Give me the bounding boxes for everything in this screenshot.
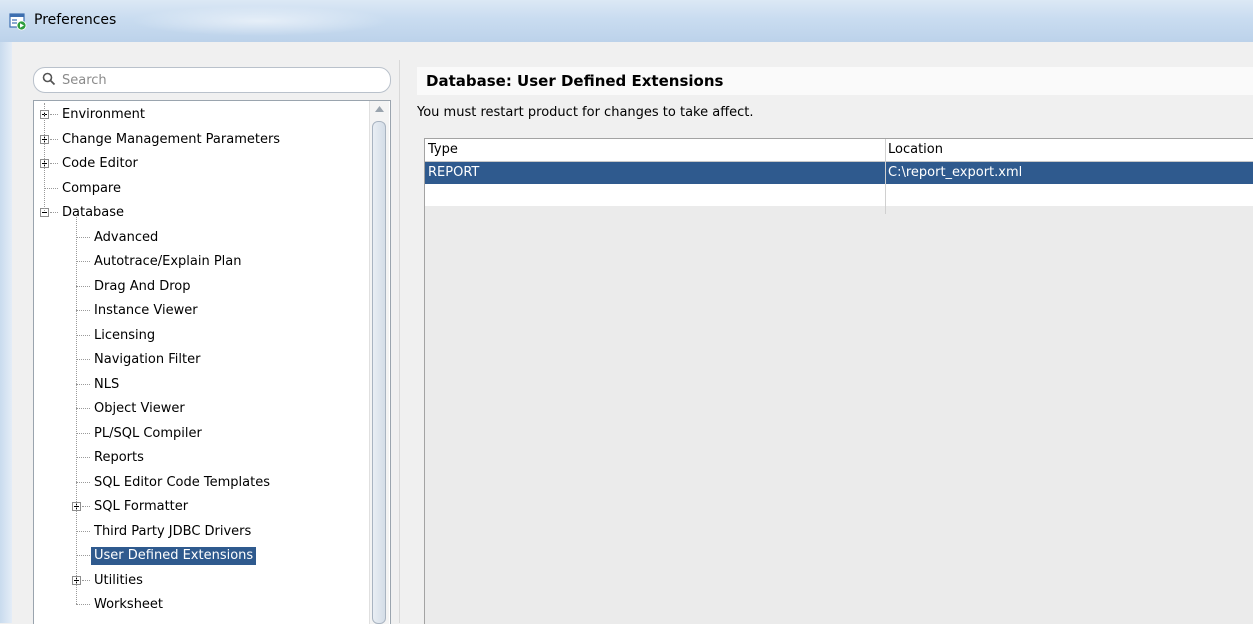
tree-item-label: Autotrace/Explain Plan [94,254,242,269]
tree-connector [76,285,90,287]
tree-connector [76,530,90,532]
tree-item-label: User Defined Extensions [91,547,257,565]
tree-item-nls[interactable]: NLS [34,373,370,397]
tree-connector [50,138,58,140]
tree-item-code-editor[interactable]: Code Editor [34,152,370,176]
tree-guide-line [44,103,45,211]
tree-item-database[interactable]: Database [34,201,370,225]
column-separator[interactable] [885,139,886,214]
tree-item-worksheet[interactable]: Worksheet [34,593,370,617]
tree-connector [76,236,90,238]
restart-notice: You must restart product for changes to … [417,105,754,120]
search-icon [42,72,56,86]
tree-connector [82,506,90,507]
tree-connector [76,481,90,483]
tree-item-label: Change Management Parameters [62,131,281,147]
tree-item-change-management-parameters[interactable]: Change Management Parameters [34,128,370,152]
tree-connector [50,163,58,164]
tree-item-navigation-filter[interactable]: Navigation Filter [34,348,370,372]
tree-item-reports[interactable]: Reports [34,446,370,470]
tree-connector [50,114,58,115]
tree-item-object-viewer[interactable]: Object Viewer [34,397,370,421]
tree-item-label: Advanced [94,229,159,245]
tree-item-label: SQL Formatter [94,499,189,514]
tree-item-label: Third Party JDBC Drivers [94,523,252,539]
table-header: Type Location [425,139,1253,162]
tree-connector [50,212,58,213]
tree-item-label: Licensing [94,327,156,343]
search-input[interactable] [60,70,384,90]
tree-item-licensing[interactable]: Licensing [34,324,370,348]
preferences-content: Environment Change Management Parameters C… [0,42,1253,624]
tree-item-advanced[interactable]: Advanced [34,226,370,250]
window-title: Preferences [34,12,117,28]
preferences-app-icon [9,13,27,31]
tree-connector [76,310,90,311]
title-bar-sheen [130,6,390,36]
tree-connector [76,604,90,605]
tree-item-label: PL/SQL Compiler [94,425,202,441]
tree-connector [76,457,90,458]
column-header-location[interactable]: Location [888,142,943,157]
tree-item-third-party-jdbc-drivers[interactable]: Third Party JDBC Drivers [34,520,370,544]
cell-type: REPORT [428,165,480,180]
tree-item-user-defined-extensions[interactable]: User Defined Extensions [34,544,370,568]
preferences-tree: Environment Change Management Parameters C… [33,100,391,624]
tree-item-sql-editor-code-templates[interactable]: SQL Editor Code Templates [34,471,370,495]
tree-item-utilities[interactable]: Utilities [34,569,370,593]
tree-item-label: Navigation Filter [94,352,201,367]
tree-item-instance-viewer[interactable]: Instance Viewer [34,299,370,323]
tree-item-label: SQL Editor Code Templates [94,474,270,490]
tree-guide-line [76,217,77,604]
tree-connector [82,579,90,581]
tree-connector [76,408,90,409]
cell-location: C:\report_export.xml [888,165,1023,180]
tree-item-label: Compare [62,180,121,196]
tree-scrollbar[interactable] [369,101,389,624]
extensions-table: Type Location REPORT C:\report_export.xm… [424,138,1253,624]
tree-connector [76,555,90,556]
tree-item-label: Reports [94,450,144,465]
tree-connector [44,187,58,189]
scroll-up-arrow-icon[interactable] [375,106,384,112]
tree-connector [76,432,90,434]
tree-item-label: Worksheet [94,597,164,612]
tree-connector [76,359,90,360]
tree-item-label: NLS [94,376,120,392]
tree-item-label: Database [62,205,125,220]
page-heading-bar: Database: User Defined Extensions [417,67,1253,95]
tree-connector [76,383,90,385]
tree-item-label: Utilities [94,572,143,588]
tree-item-pl-sql-compiler[interactable]: PL/SQL Compiler [34,422,370,446]
title-bar: Preferences [0,0,1253,43]
column-header-type[interactable]: Type [428,142,458,157]
tree-connector [76,261,90,262]
tree-item-label: Code Editor [62,156,138,171]
tree-connector [76,334,90,336]
tree-item-sql-formatter[interactable]: SQL Formatter [34,495,370,519]
tree-item-label: Environment [62,107,146,122]
tree-item-label: Instance Viewer [94,303,198,318]
tree-item-label: Drag And Drop [94,278,191,294]
table-row[interactable]: REPORT C:\report_export.xml [425,162,1253,184]
tree-item-label: Object Viewer [94,401,185,416]
page-title: Database: User Defined Extensions [426,72,724,90]
tree-item-drag-and-drop[interactable]: Drag And Drop [34,275,370,299]
tree-item-compare[interactable]: Compare [34,177,370,201]
scrollbar-thumb[interactable] [372,121,386,624]
search-box[interactable] [33,67,391,93]
pane-divider[interactable] [399,60,400,623]
tree-item-autotrace-explain-plan[interactable]: Autotrace/Explain Plan [34,250,370,274]
table-row-empty[interactable] [425,184,1253,206]
tree-item-environment[interactable]: Environment [34,103,370,127]
